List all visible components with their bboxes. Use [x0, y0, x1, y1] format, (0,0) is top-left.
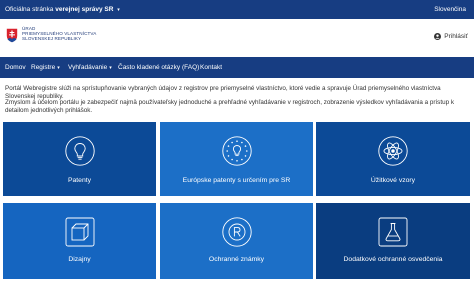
nav-item-contact[interactable]: Kontakt: [200, 64, 222, 71]
chevron-down-icon: ▾: [109, 65, 112, 71]
tile-supplementary-certificates[interactable]: Dodatkové ochranné osvedčenia: [316, 203, 470, 279]
logo-line: SLOVENSKEJ REPUBLIKY: [22, 36, 82, 42]
nav-item-home[interactable]: Domov: [5, 64, 26, 71]
tile-european-patents[interactable]: Európske patenty s určením pre SR: [160, 122, 313, 196]
nav-label: Často kladené otázky (FAQ): [118, 64, 200, 71]
main-navigation: Domov Registre ▾ Vyhľadávanie ▾ Často klad…: [0, 57, 474, 78]
nav-label: Registre: [31, 64, 56, 71]
tile-label: Úžitkové vzory: [370, 177, 416, 184]
nav-label: Domov: [5, 64, 26, 71]
lightbulb-icon: [64, 136, 95, 166]
nav-label: Kontakt: [200, 64, 223, 71]
eu-lightbulb-icon: [221, 136, 252, 166]
login-label: Prihlásiť: [444, 33, 468, 40]
tile-label: Dodatkové ochranné osvedčenia: [343, 256, 443, 263]
nav-label: Vyhľadávanie: [68, 64, 108, 71]
tile-label: Európske patenty s určením pre SR: [182, 177, 291, 184]
chevron-down-icon: ▾: [57, 65, 60, 71]
office-logo-text[interactable]: ÚRAD PRIEMYSELNÉHO VLASTNÍCTVA SLOVENSKE…: [22, 26, 96, 42]
slovak-coat-of-arms-icon: [6, 28, 18, 43]
tile-label: Dizajny: [68, 256, 91, 263]
nav-item-search[interactable]: Vyhľadávanie ▾: [68, 64, 112, 71]
cube-icon: [65, 217, 94, 247]
registered-icon: [221, 217, 252, 247]
tile-label: Patenty: [67, 177, 92, 184]
chevron-down-icon: ▾: [117, 7, 120, 13]
nav-item-faq[interactable]: Často kladené otázky (FAQ): [118, 64, 199, 71]
login-button[interactable]: Prihlásiť: [434, 33, 468, 40]
tile-designs[interactable]: Dizajny: [3, 203, 156, 279]
official-site-bar: Oficiálna stránka verejnej správy SR ▾ S…: [0, 0, 474, 19]
language-selector[interactable]: Slovenčina: [434, 6, 466, 13]
tile-patents[interactable]: Patenty: [3, 122, 156, 196]
tile-label: Ochranné známky: [208, 256, 265, 263]
official-site-bold: verejnej správy SR: [55, 6, 114, 13]
flask-icon: [378, 217, 408, 247]
intro-paragraph: Zmyslom a účelom portálu je zabezpečiť n…: [5, 99, 454, 115]
nav-item-registers[interactable]: Registre ▾: [31, 64, 60, 71]
official-site-toggle[interactable]: Oficiálna stránka verejnej správy SR ▾: [5, 6, 120, 13]
tile-trademarks[interactable]: Ochranné známky: [160, 203, 313, 279]
atom-icon: [378, 136, 408, 166]
user-icon: [434, 33, 442, 40]
tile-utility-models[interactable]: Úžitkové vzory: [316, 122, 470, 196]
official-site-prefix: Oficiálna stránka: [5, 6, 54, 13]
